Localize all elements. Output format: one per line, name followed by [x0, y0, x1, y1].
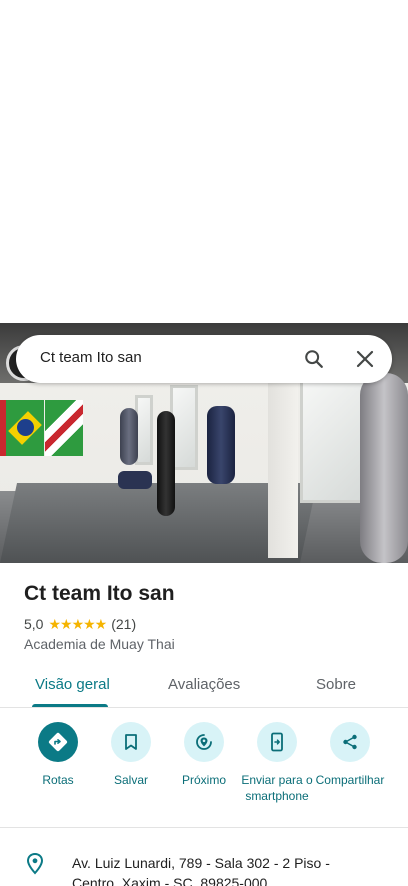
nearby-icon: [184, 722, 224, 762]
directions-button[interactable]: Rotas: [18, 722, 98, 788]
map-blank-area: [0, 0, 408, 323]
tab-overview[interactable]: Visão geral: [35, 676, 110, 693]
tab-about[interactable]: Sobre: [316, 676, 356, 693]
place-category[interactable]: Academia de Muay Thai: [24, 636, 175, 652]
photo-pillar: [268, 383, 298, 558]
photo-flag-brazil: [6, 400, 44, 456]
photo-punching-bag: [157, 411, 175, 516]
reviews-count[interactable]: (21): [111, 616, 136, 632]
send-to-phone-button[interactable]: Enviar para o smartphone: [237, 722, 317, 804]
address-text: Av. Luiz Lunardi, 789 - Sala 302 - 2 Pis…: [72, 855, 330, 886]
photo-punching-bag: [120, 408, 138, 465]
search-bar[interactable]: Ct team Ito san: [16, 335, 392, 383]
share-label: Compartilhar: [315, 773, 385, 787]
tab-active-indicator: [32, 704, 108, 707]
action-buttons: Rotas Salvar Próximo Enviar para o smart…: [0, 712, 408, 824]
photo-punching-bag: [118, 471, 152, 489]
send-to-phone-label: Enviar para o smartphone: [241, 773, 313, 803]
nearby-button[interactable]: Próximo: [164, 722, 244, 788]
photo-flag: [45, 400, 83, 456]
place-tabs: Visão geral Avaliações Sobre: [0, 660, 408, 708]
search-icon[interactable]: [300, 345, 328, 373]
section-divider: [0, 827, 408, 828]
photo-punching-bag: [207, 406, 235, 484]
bookmark-icon: [111, 722, 151, 762]
send-to-phone-icon: [257, 722, 297, 762]
place-title: Ct team Ito san: [24, 582, 175, 605]
photo-window: [300, 378, 368, 503]
directions-icon: [38, 722, 78, 762]
nearby-label: Próximo: [181, 773, 226, 787]
address-row[interactable]: Av. Luiz Lunardi, 789 - Sala 302 - 2 Pis…: [0, 844, 408, 886]
save-label: Salvar: [113, 773, 148, 787]
save-button[interactable]: Salvar: [91, 722, 171, 788]
rating-row[interactable]: 5,0 ★★★★★ (21): [24, 615, 136, 633]
star-rating-icon: ★★★★★: [48, 615, 107, 632]
location-pin-icon: [24, 852, 46, 881]
share-button[interactable]: Compartilhar: [310, 722, 390, 788]
tab-reviews[interactable]: Avaliações: [168, 676, 240, 693]
directions-label: Rotas: [42, 773, 74, 787]
close-icon[interactable]: [351, 345, 379, 373]
photo-punching-bag: [360, 373, 408, 563]
search-query[interactable]: Ct team Ito san: [40, 349, 142, 366]
rating-value: 5,0: [24, 616, 44, 632]
share-icon: [330, 722, 370, 762]
